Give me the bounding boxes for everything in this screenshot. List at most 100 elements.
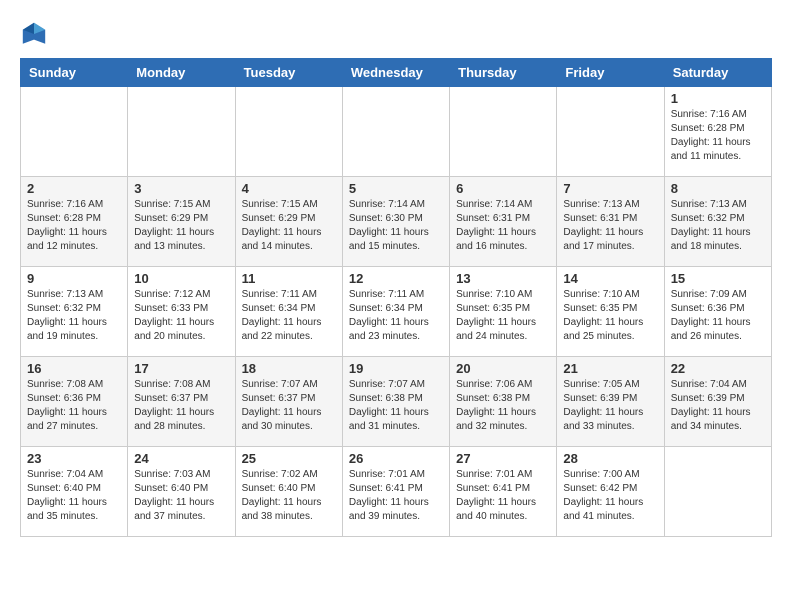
calendar-cell <box>128 87 235 177</box>
day-info: Sunrise: 7:08 AM Sunset: 6:37 PM Dayligh… <box>134 378 228 434</box>
calendar-cell: 20 Sunrise: 7:06 AM Sunset: 6:38 PM Dayli… <box>450 357 557 447</box>
day-number: 20 <box>456 361 550 376</box>
day-number: 4 <box>242 181 336 196</box>
day-info: Sunrise: 7:13 AM Sunset: 6:32 PM Dayligh… <box>27 288 121 344</box>
day-info: Sunrise: 7:07 AM Sunset: 6:37 PM Dayligh… <box>242 378 336 434</box>
calendar-week-row: 9 Sunrise: 7:13 AM Sunset: 6:32 PM Daylig… <box>21 267 772 357</box>
day-info: Sunrise: 7:15 AM Sunset: 6:29 PM Dayligh… <box>242 198 336 254</box>
calendar-cell: 19 Sunrise: 7:07 AM Sunset: 6:38 PM Dayli… <box>342 357 449 447</box>
day-info: Sunrise: 7:11 AM Sunset: 6:34 PM Dayligh… <box>349 288 443 344</box>
day-number: 1 <box>671 91 765 106</box>
calendar-cell: 11 Sunrise: 7:11 AM Sunset: 6:34 PM Dayli… <box>235 267 342 357</box>
day-number: 9 <box>27 271 121 286</box>
calendar-cell: 26 Sunrise: 7:01 AM Sunset: 6:41 PM Dayli… <box>342 447 449 537</box>
calendar-cell: 5 Sunrise: 7:14 AM Sunset: 6:30 PM Daylig… <box>342 177 449 267</box>
calendar-cell: 7 Sunrise: 7:13 AM Sunset: 6:31 PM Daylig… <box>557 177 664 267</box>
calendar-cell: 27Sunrise: 7:01 AM Sunset: 6:41 PM Dayli… <box>450 447 557 537</box>
day-info: Sunrise: 7:11 AM Sunset: 6:34 PM Dayligh… <box>242 288 336 344</box>
weekday-header: Thursday <box>450 59 557 87</box>
calendar-cell <box>21 87 128 177</box>
calendar-week-row: 16 Sunrise: 7:08 AM Sunset: 6:36 PM Dayli… <box>21 357 772 447</box>
day-info: Sunrise: 7:12 AM Sunset: 6:33 PM Dayligh… <box>134 288 228 344</box>
day-info: Sunrise: 7:13 AM Sunset: 6:31 PM Dayligh… <box>563 198 657 254</box>
day-number: 15 <box>671 271 765 286</box>
day-info: Sunrise: 7:10 AM Sunset: 6:35 PM Dayligh… <box>456 288 550 344</box>
page-header <box>20 20 772 48</box>
logo-icon <box>20 20 48 48</box>
weekday-header: Saturday <box>664 59 771 87</box>
day-number: 19 <box>349 361 443 376</box>
calendar-cell: 6 Sunrise: 7:14 AM Sunset: 6:31 PM Daylig… <box>450 177 557 267</box>
day-number: 13 <box>456 271 550 286</box>
day-info: Sunrise: 7:07 AM Sunset: 6:38 PM Dayligh… <box>349 378 443 434</box>
day-number: 25 <box>242 451 336 466</box>
day-number: 24 <box>134 451 228 466</box>
day-number: 10 <box>134 271 228 286</box>
calendar-cell: 3Sunrise: 7:15 AM Sunset: 6:29 PM Daylig… <box>128 177 235 267</box>
day-number: 12 <box>349 271 443 286</box>
calendar-cell <box>664 447 771 537</box>
day-info: Sunrise: 7:03 AM Sunset: 6:40 PM Dayligh… <box>134 468 228 524</box>
weekday-header-row: SundayMondayTuesdayWednesdayThursdayFrid… <box>21 59 772 87</box>
calendar-cell: 4 Sunrise: 7:15 AM Sunset: 6:29 PM Daylig… <box>235 177 342 267</box>
calendar-cell: 23Sunrise: 7:04 AM Sunset: 6:40 PM Dayli… <box>21 447 128 537</box>
day-number: 21 <box>563 361 657 376</box>
day-info: Sunrise: 7:14 AM Sunset: 6:30 PM Dayligh… <box>349 198 443 254</box>
weekday-header: Wednesday <box>342 59 449 87</box>
day-number: 28 <box>563 451 657 466</box>
calendar-cell: 2 Sunrise: 7:16 AM Sunset: 6:28 PM Daylig… <box>21 177 128 267</box>
day-number: 22 <box>671 361 765 376</box>
calendar-cell: 13 Sunrise: 7:10 AM Sunset: 6:35 PM Dayli… <box>450 267 557 357</box>
weekday-header: Tuesday <box>235 59 342 87</box>
calendar-cell: 17 Sunrise: 7:08 AM Sunset: 6:37 PM Dayli… <box>128 357 235 447</box>
calendar-cell: 14 Sunrise: 7:10 AM Sunset: 6:35 PM Dayli… <box>557 267 664 357</box>
calendar-cell: 10 Sunrise: 7:12 AM Sunset: 6:33 PM Dayli… <box>128 267 235 357</box>
weekday-header: Sunday <box>21 59 128 87</box>
day-info: Sunrise: 7:09 AM Sunset: 6:36 PM Dayligh… <box>671 288 765 344</box>
weekday-header: Friday <box>557 59 664 87</box>
day-number: 8 <box>671 181 765 196</box>
calendar-cell: 12 Sunrise: 7:11 AM Sunset: 6:34 PM Dayli… <box>342 267 449 357</box>
day-info: Sunrise: 7:13 AM Sunset: 6:32 PM Dayligh… <box>671 198 765 254</box>
day-info: Sunrise: 7:02 AM Sunset: 6:40 PM Dayligh… <box>242 468 336 524</box>
day-number: 11 <box>242 271 336 286</box>
day-number: 3 <box>134 181 228 196</box>
day-info: Sunrise: 7:16 AM Sunset: 6:28 PM Dayligh… <box>27 198 121 254</box>
weekday-header: Monday <box>128 59 235 87</box>
day-number: 23 <box>27 451 121 466</box>
day-number: 17 <box>134 361 228 376</box>
day-number: 16 <box>27 361 121 376</box>
day-number: 7 <box>563 181 657 196</box>
day-number: 2 <box>27 181 121 196</box>
calendar-cell <box>342 87 449 177</box>
calendar-week-row: 1 Sunrise: 7:16 AM Sunset: 6:28 PM Daylig… <box>21 87 772 177</box>
day-info: Sunrise: 7:00 AM Sunset: 6:42 PM Dayligh… <box>563 468 657 524</box>
calendar-cell: 15 Sunrise: 7:09 AM Sunset: 6:36 PM Dayli… <box>664 267 771 357</box>
day-info: Sunrise: 7:01 AM Sunset: 6:41 PM Dayligh… <box>349 468 443 524</box>
day-info: Sunrise: 7:14 AM Sunset: 6:31 PM Dayligh… <box>456 198 550 254</box>
day-info: Sunrise: 7:16 AM Sunset: 6:28 PM Dayligh… <box>671 108 765 164</box>
calendar-cell: 16 Sunrise: 7:08 AM Sunset: 6:36 PM Dayli… <box>21 357 128 447</box>
day-number: 14 <box>563 271 657 286</box>
day-info: Sunrise: 7:08 AM Sunset: 6:36 PM Dayligh… <box>27 378 121 434</box>
calendar-cell: 28 Sunrise: 7:00 AM Sunset: 6:42 PM Dayli… <box>557 447 664 537</box>
day-info: Sunrise: 7:05 AM Sunset: 6:39 PM Dayligh… <box>563 378 657 434</box>
day-number: 5 <box>349 181 443 196</box>
calendar-week-row: 2 Sunrise: 7:16 AM Sunset: 6:28 PM Daylig… <box>21 177 772 267</box>
calendar-cell <box>450 87 557 177</box>
calendar-cell: 21 Sunrise: 7:05 AM Sunset: 6:39 PM Dayli… <box>557 357 664 447</box>
calendar-week-row: 23Sunrise: 7:04 AM Sunset: 6:40 PM Dayli… <box>21 447 772 537</box>
day-info: Sunrise: 7:04 AM Sunset: 6:39 PM Dayligh… <box>671 378 765 434</box>
day-info: Sunrise: 7:10 AM Sunset: 6:35 PM Dayligh… <box>563 288 657 344</box>
calendar-cell: 8 Sunrise: 7:13 AM Sunset: 6:32 PM Daylig… <box>664 177 771 267</box>
calendar-cell: 18 Sunrise: 7:07 AM Sunset: 6:37 PM Dayli… <box>235 357 342 447</box>
day-number: 26 <box>349 451 443 466</box>
day-info: Sunrise: 7:06 AM Sunset: 6:38 PM Dayligh… <box>456 378 550 434</box>
calendar-cell <box>557 87 664 177</box>
calendar-cell: 24 Sunrise: 7:03 AM Sunset: 6:40 PM Dayli… <box>128 447 235 537</box>
day-number: 18 <box>242 361 336 376</box>
day-number: 27 <box>456 451 550 466</box>
calendar-cell: 9 Sunrise: 7:13 AM Sunset: 6:32 PM Daylig… <box>21 267 128 357</box>
calendar-cell <box>235 87 342 177</box>
day-number: 6 <box>456 181 550 196</box>
